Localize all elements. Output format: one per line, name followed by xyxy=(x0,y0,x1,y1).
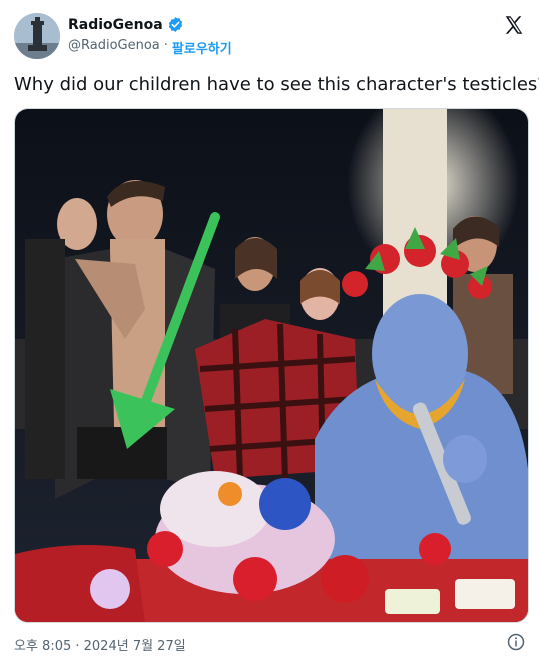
follow-button[interactable]: 팔로우하기 xyxy=(172,38,232,57)
author-display-name[interactable]: RadioGenoa xyxy=(68,17,163,33)
verified-badge-icon xyxy=(168,17,182,32)
x-logo-icon[interactable] xyxy=(503,14,525,36)
lighthouse-avatar-icon xyxy=(14,13,60,59)
tweet-text: Why did our children have to see this ch… xyxy=(14,74,539,95)
author-handle-row: @RadioGenoa · 팔로우하기 xyxy=(68,38,232,57)
tweet-timestamp[interactable]: 오후 8:05 · 2024년 7월 27일 xyxy=(14,635,186,654)
ceremony-photo xyxy=(15,109,528,622)
author-handle[interactable]: @RadioGenoa xyxy=(68,38,160,57)
handle-separator: · xyxy=(163,38,168,53)
author-avatar[interactable] xyxy=(14,13,60,59)
tweet-media-image[interactable] xyxy=(14,108,529,623)
info-icon[interactable] xyxy=(507,633,525,651)
author-name-row: RadioGenoa xyxy=(68,16,184,33)
